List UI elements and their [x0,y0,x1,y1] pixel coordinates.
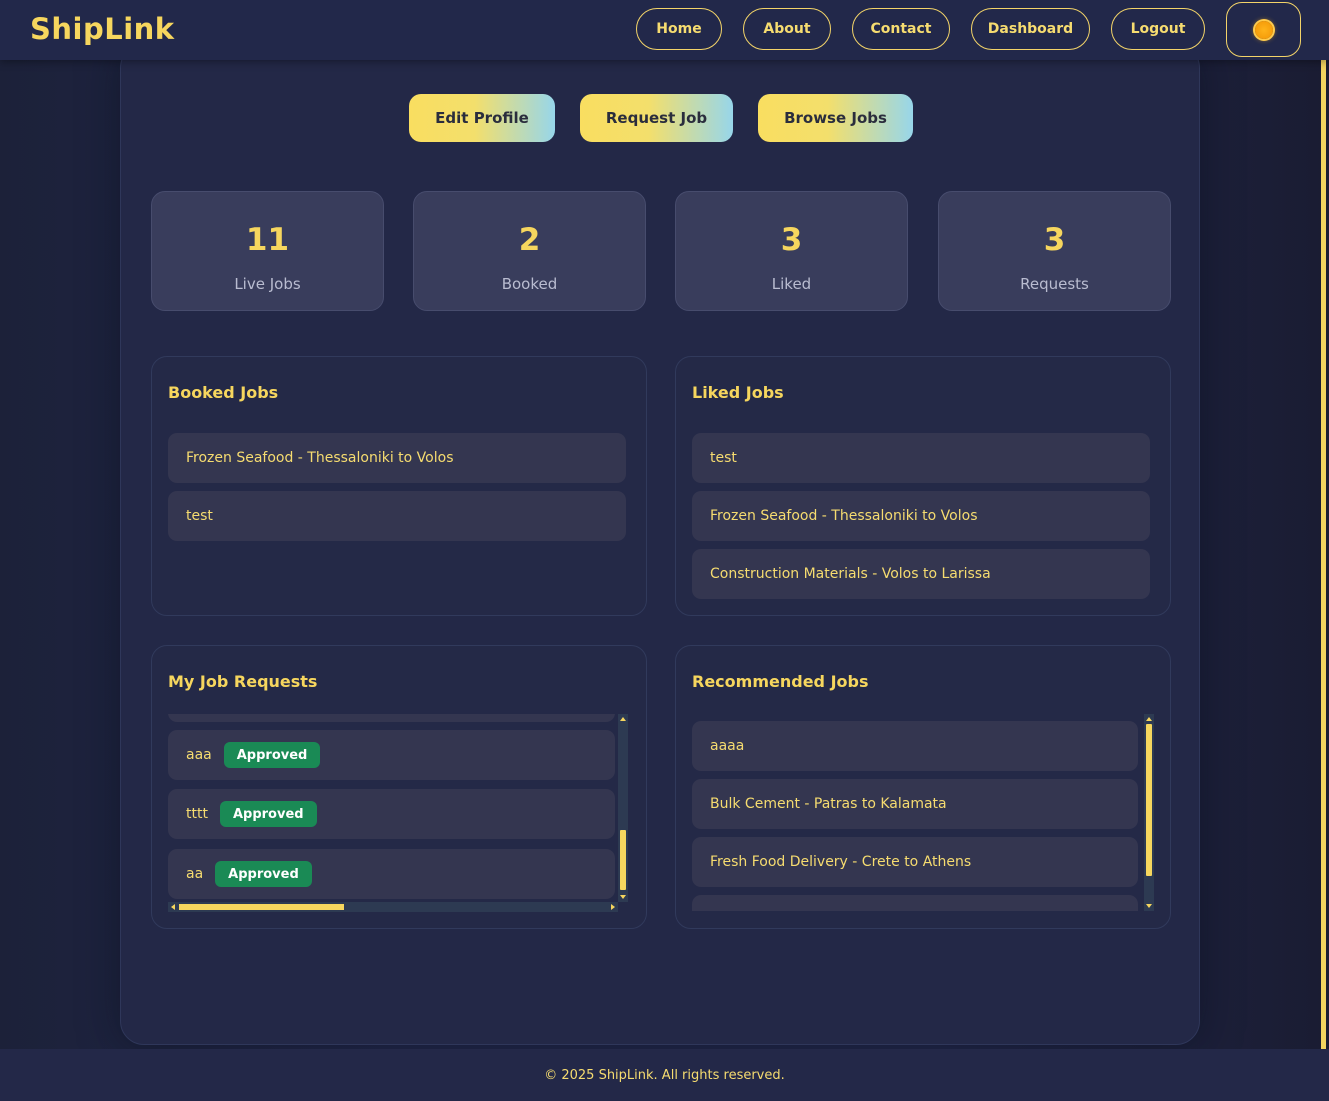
job-request-name: aaa [186,747,212,763]
scrollbar-thumb[interactable] [1146,724,1152,876]
edit-profile-button[interactable]: Edit Profile [409,94,555,142]
browse-jobs-button[interactable]: Browse Jobs [758,94,913,142]
liked-jobs-panel: Liked Jobs test Frozen Seafood - Thessal… [675,356,1171,616]
navbar: ShipLink Home About Contact Dashboard Lo… [0,0,1329,60]
panel-title: My Job Requests [168,672,318,691]
nav-dashboard-button[interactable]: Dashboard [971,8,1090,50]
job-requests-vertical-scrollbar[interactable] [618,714,628,902]
status-badge: Approved [215,861,312,887]
list-item[interactable]: Construction Materials - Volos to Lariss… [692,549,1150,599]
recommended-jobs-panel: Recommended Jobs aaaa Bulk Cement - Patr… [675,645,1171,929]
list-item[interactable]: aaaa [692,721,1138,771]
job-request-name: tttt [186,806,208,822]
stat-card-live-jobs: 11 Live Jobs [151,191,384,311]
stat-card-liked: 3 Liked [675,191,908,311]
recommended-jobs-vertical-scrollbar[interactable] [1144,714,1154,911]
list-item[interactable]: Fresh Food Delivery - Crete to Athens [692,837,1138,887]
list-item[interactable]: Frozen Seafood - Thessaloniki to Volos [692,491,1150,541]
scroll-right-icon[interactable] [611,904,615,910]
page-scrollbar-thumb[interactable] [1321,60,1326,1050]
stat-card-booked: 2 Booked [413,191,646,311]
stat-label: Liked [771,275,812,293]
nav-contact-button[interactable]: Contact [852,8,950,50]
stat-value: 3 [1043,222,1066,258]
job-request-name: aa [186,866,204,882]
theme-toggle-button[interactable] [1226,2,1301,57]
list-item[interactable]: Frozen Seafood - Thessaloniki to Volos [168,433,626,483]
job-request-item[interactable]: aaa Approved [168,730,615,780]
scrollbar-thumb[interactable] [620,830,626,890]
stat-label: Requests [1020,275,1089,293]
panel-title: Recommended Jobs [692,672,869,691]
scroll-left-icon[interactable] [171,904,175,910]
stat-label: Booked [501,275,558,293]
job-request-item[interactable]: aa Approved [168,849,615,899]
panel-title: Booked Jobs [168,383,279,402]
recommended-jobs-scroll-area[interactable]: aaaa Bulk Cement - Patras to Kalamata Fr… [692,714,1138,911]
stat-card-requests: 3 Requests [938,191,1171,311]
list-item-partial [692,895,1138,911]
list-item-partial [168,714,615,722]
booked-jobs-panel: Booked Jobs Frozen Seafood - Thessalonik… [151,356,647,616]
status-badge: Approved [219,801,317,827]
job-requests-panel: My Job Requests aaa Approved tttt Approv… [151,645,647,929]
footer: © 2025 ShipLink. All rights reserved. [0,1049,1329,1101]
stat-value: 2 [518,222,541,258]
liked-jobs-list: test Frozen Seafood - Thessaloniki to Vo… [692,433,1150,607]
job-requests-scroll-area[interactable]: aaa Approved tttt Approved aa Approved [168,714,615,902]
list-item[interactable]: test [692,433,1150,483]
list-item[interactable]: test [168,491,626,541]
nav-logout-button[interactable]: Logout [1111,8,1205,50]
brand-logo[interactable]: ShipLink [30,12,175,46]
booked-jobs-list: Frozen Seafood - Thessaloniki to Volos t… [168,433,626,549]
stat-value: 11 [245,222,290,258]
scroll-up-icon[interactable] [1146,717,1152,721]
panel-title: Liked Jobs [692,383,784,402]
job-request-item[interactable]: tttt Approved [168,789,615,839]
nav-about-button[interactable]: About [743,8,831,50]
stat-value: 3 [780,222,803,258]
request-job-button[interactable]: Request Job [580,94,733,142]
scrollbar-thumb[interactable] [179,904,344,910]
list-item[interactable]: Bulk Cement - Patras to Kalamata [692,779,1138,829]
page: ShipLink Home About Contact Dashboard Lo… [0,0,1329,1101]
scroll-down-icon[interactable] [620,895,626,899]
copyright-text: © 2025 ShipLink. All rights reserved. [544,1067,785,1083]
sun-icon [1254,20,1273,39]
job-requests-horizontal-scrollbar[interactable] [168,902,618,912]
scroll-up-icon[interactable] [620,717,626,721]
status-badge: Approved [223,742,321,768]
stat-label: Live Jobs [234,275,301,293]
dashboard-card: Edit Profile Request Job Browse Jobs 11 … [120,44,1200,1045]
nav-home-button[interactable]: Home [636,8,722,50]
scroll-down-icon[interactable] [1146,904,1152,908]
